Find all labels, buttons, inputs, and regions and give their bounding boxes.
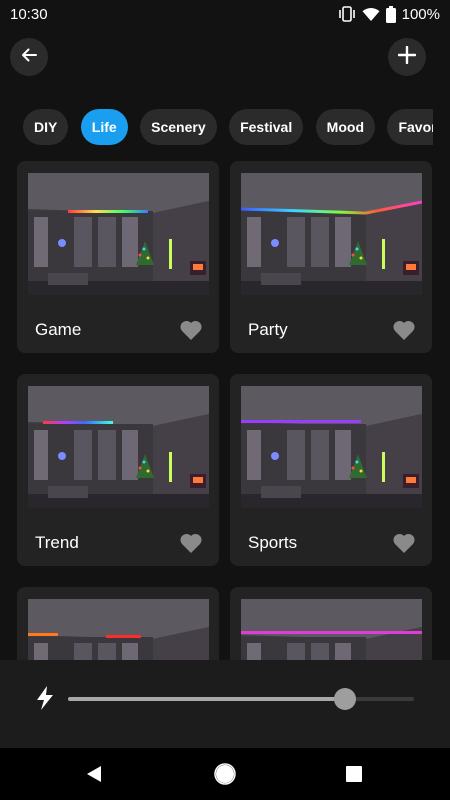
category-tabs: DIY Life Scenery Festival Mood Favorite bbox=[23, 109, 433, 145]
scene-card-sports[interactable]: Sports bbox=[230, 374, 432, 566]
scene-card-party[interactable]: Party bbox=[230, 161, 432, 353]
scene-thumbnail bbox=[28, 386, 209, 508]
scene-thumbnail bbox=[28, 599, 209, 660]
vibrate-icon bbox=[338, 6, 356, 22]
brightness-slider[interactable] bbox=[68, 688, 414, 710]
circle-home-icon[interactable] bbox=[213, 762, 237, 786]
scene-thumbnail bbox=[241, 599, 422, 660]
add-scene-button[interactable] bbox=[388, 38, 426, 76]
scene-thumbnail bbox=[241, 386, 422, 508]
brightness-panel bbox=[0, 660, 450, 748]
scene-label: Trend bbox=[35, 533, 79, 552]
heart-icon[interactable] bbox=[179, 319, 203, 341]
tab-festival[interactable]: Festival bbox=[229, 109, 304, 145]
scene-label: Sports bbox=[248, 533, 298, 552]
scene-thumbnail bbox=[28, 173, 209, 295]
battery-icon bbox=[385, 5, 396, 23]
scene-card-trend[interactable]: Trend bbox=[17, 374, 219, 566]
status-icons: 100% bbox=[338, 5, 440, 23]
heart-icon[interactable] bbox=[392, 532, 416, 554]
tab-scenery[interactable]: Scenery bbox=[140, 109, 217, 145]
arrow-left-icon bbox=[20, 46, 38, 69]
slider-fill bbox=[68, 697, 345, 701]
heart-icon[interactable] bbox=[392, 319, 416, 341]
top-bar bbox=[0, 38, 450, 78]
scene-label: Party bbox=[248, 320, 288, 339]
bolt-icon bbox=[34, 685, 56, 711]
scene-thumbnail bbox=[241, 173, 422, 295]
status-bar: 10:30 100% bbox=[0, 0, 450, 28]
scene-card[interactable] bbox=[230, 587, 432, 660]
system-nav-bar bbox=[0, 748, 450, 800]
scene-label: Game bbox=[35, 320, 82, 339]
triangle-back-icon[interactable] bbox=[82, 762, 106, 786]
slider-thumb[interactable] bbox=[333, 688, 356, 710]
tab-mood[interactable]: Mood bbox=[315, 109, 375, 145]
tab-life[interactable]: Life bbox=[80, 109, 128, 145]
scene-card-game[interactable]: Game bbox=[17, 161, 219, 353]
back-button[interactable] bbox=[10, 38, 48, 76]
plus-icon bbox=[397, 45, 417, 69]
square-recents-icon[interactable] bbox=[342, 762, 366, 786]
tab-diy[interactable]: DIY bbox=[23, 109, 69, 145]
scene-card[interactable] bbox=[17, 587, 219, 660]
battery-percent: 100% bbox=[401, 5, 440, 23]
status-time: 10:30 bbox=[10, 5, 48, 23]
heart-icon[interactable] bbox=[179, 532, 203, 554]
scene-grid: Game Party Trend Sports bbox=[17, 161, 433, 660]
wifi-icon bbox=[362, 7, 380, 22]
tab-favorite[interactable]: Favorite bbox=[387, 109, 433, 145]
